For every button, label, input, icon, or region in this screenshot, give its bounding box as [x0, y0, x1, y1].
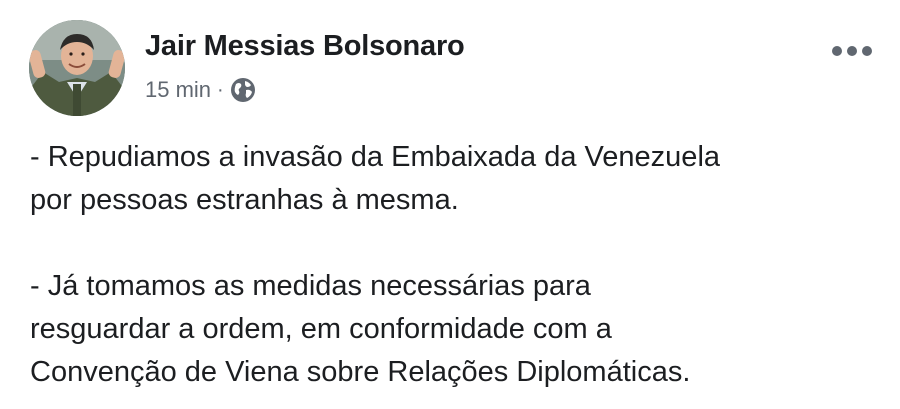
globe-icon[interactable] — [230, 77, 256, 103]
more-dot — [832, 46, 842, 56]
more-dot — [862, 46, 872, 56]
post-paragraph: - Já tomamos as medidas necessárias para… — [30, 270, 691, 388]
author-name[interactable]: Jair Messias Bolsonaro — [145, 30, 465, 63]
meta-separator: · — [217, 78, 224, 101]
more-options-icon[interactable] — [832, 44, 872, 58]
post-paragraph: - Repudiamos a invasão da Embaixada da V… — [30, 141, 721, 216]
facebook-post: Jair Messias Bolsonaro 15 min · - Repudi… — [0, 0, 900, 409]
post-meta: 15 min · — [145, 76, 256, 104]
post-content: - Repudiamos a invasão da Embaixada da V… — [30, 136, 880, 394]
timestamp[interactable]: 15 min — [145, 77, 211, 103]
more-dot — [847, 46, 857, 56]
avatar[interactable] — [29, 20, 125, 116]
profile-photo-icon — [29, 20, 125, 116]
